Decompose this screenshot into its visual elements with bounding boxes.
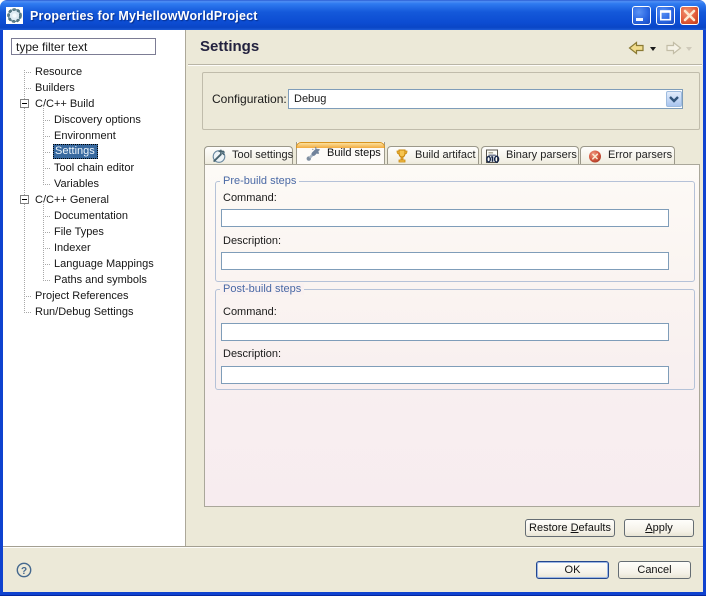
- svg-text:?: ?: [21, 566, 27, 577]
